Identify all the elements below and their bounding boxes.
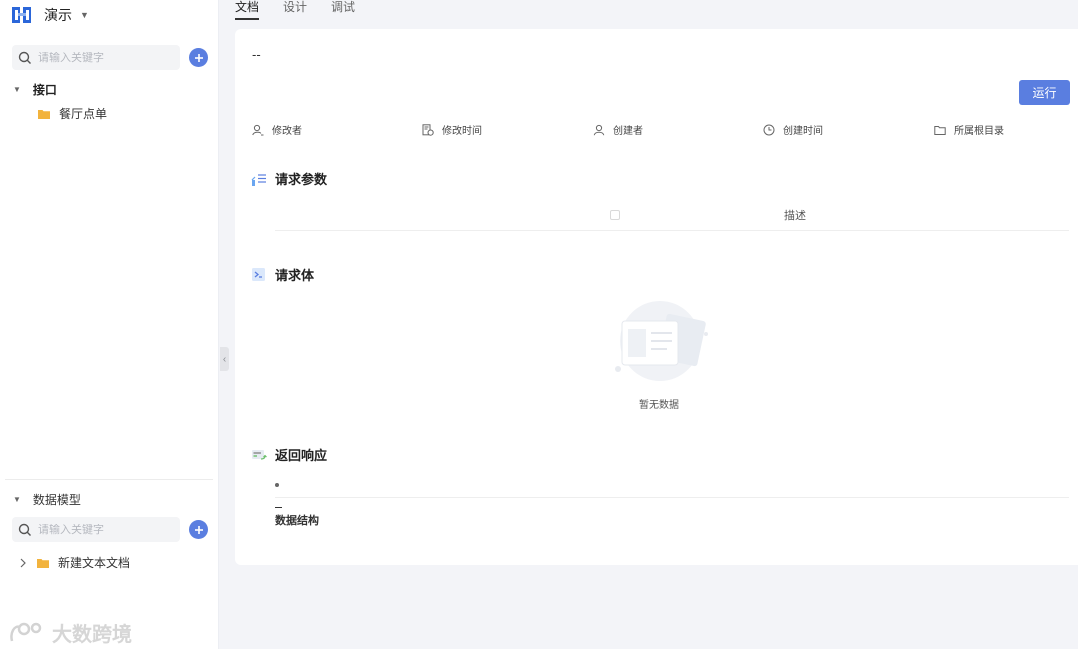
run-button[interactable]: 运行 bbox=[1019, 80, 1070, 105]
watermark-logo-icon bbox=[10, 622, 42, 641]
model-item[interactable]: 新建文本文档 bbox=[19, 554, 130, 571]
meta-label: 修改者 bbox=[272, 126, 302, 137]
project-switcher[interactable]: 演示 ▼ bbox=[12, 5, 89, 25]
tab-debug[interactable]: 调试 bbox=[331, 0, 355, 20]
folder-icon bbox=[37, 558, 49, 568]
api-search-input[interactable] bbox=[38, 51, 168, 64]
api-search-box[interactable] bbox=[12, 45, 180, 70]
meta-label: 所属根目录 bbox=[954, 126, 1004, 137]
add-model-button[interactable] bbox=[189, 520, 208, 539]
meta-label: 修改时间 bbox=[442, 126, 482, 137]
doc-card: -- 运行 修改者 修改时间 创建者 创建时间 所属根目录 请求参数 描述 请求… bbox=[235, 29, 1078, 565]
tab-bar: 文档 设计 调试 bbox=[235, 0, 379, 20]
doc-clock-icon bbox=[422, 123, 434, 136]
sidebar: 演示 ▼ ▼ 接口 餐厅点单 ▼ 数据模型 新建文本文档 bbox=[0, 0, 219, 649]
chevron-right-icon bbox=[20, 558, 26, 567]
meta-modified-time: 修改时间 bbox=[422, 122, 482, 137]
meta-label: 创建时间 bbox=[783, 126, 823, 137]
column-description: 描述 bbox=[784, 210, 806, 222]
section-title: 返回响应 bbox=[275, 448, 328, 463]
api-item[interactable]: 餐厅点单 bbox=[38, 105, 107, 122]
model-search-input[interactable] bbox=[38, 523, 168, 536]
model-item-label: 新建文本文档 bbox=[58, 556, 131, 570]
terminal-icon bbox=[252, 267, 265, 281]
tab-design[interactable]: 设计 bbox=[283, 0, 307, 20]
api-group-toggle[interactable]: ▼ 接口 bbox=[13, 81, 57, 98]
watermark-text: 大数跨境 bbox=[52, 624, 132, 646]
api-item-label: 餐厅点单 bbox=[59, 107, 108, 121]
plus-icon bbox=[194, 525, 203, 534]
collapse-left-icon: ‹ bbox=[222, 353, 227, 365]
response-tab-dot[interactable] bbox=[275, 483, 279, 487]
add-api-button[interactable] bbox=[189, 48, 208, 67]
params-table-header: 描述 bbox=[275, 197, 1069, 231]
user-edit-icon bbox=[252, 124, 264, 135]
sidebar-divider bbox=[5, 479, 213, 480]
api-name: -- bbox=[252, 47, 261, 62]
empty-state-illustration bbox=[615, 301, 708, 381]
model-search-box[interactable] bbox=[12, 517, 180, 542]
select-all-checkbox[interactable] bbox=[610, 210, 620, 220]
caret-down-icon: ▼ bbox=[13, 85, 21, 94]
meta-created-time: 创建时间 bbox=[763, 122, 823, 137]
data-structure-label: 数据结构 bbox=[275, 515, 319, 527]
caret-down-icon: ▼ bbox=[13, 495, 21, 504]
section-request-body: 请求体 bbox=[251, 265, 314, 284]
folder-outline-icon bbox=[934, 125, 946, 135]
clock-icon bbox=[763, 124, 775, 135]
section-response: 返回响应 bbox=[251, 445, 327, 464]
plus-icon bbox=[194, 53, 203, 62]
meta-label: 创建者 bbox=[613, 126, 643, 137]
empty-state-text: 暂无数据 bbox=[639, 400, 679, 411]
section-request-params: 请求参数 bbox=[251, 169, 327, 188]
meta-creator: 创建者 bbox=[593, 122, 643, 137]
meta-modifier: 修改者 bbox=[252, 122, 302, 137]
folder-icon bbox=[38, 109, 50, 119]
tab-doc[interactable]: 文档 bbox=[235, 0, 260, 20]
search-icon bbox=[18, 51, 31, 64]
user-icon bbox=[593, 124, 605, 135]
struct-dash bbox=[275, 507, 282, 508]
meta-root-folder: 所属根目录 bbox=[934, 122, 1004, 137]
project-logo-icon bbox=[12, 7, 31, 23]
chevron-down-icon: ▼ bbox=[80, 10, 89, 20]
response-icon bbox=[252, 449, 267, 460]
models-group-title: 数据模型 bbox=[32, 493, 81, 507]
sidebar-collapse-handle[interactable]: ‹ bbox=[220, 347, 229, 371]
search-icon bbox=[18, 523, 31, 536]
response-divider bbox=[275, 497, 1069, 498]
watermark: 大数跨境 bbox=[8, 618, 132, 647]
section-title: 请求体 bbox=[275, 268, 315, 283]
section-title: 请求参数 bbox=[275, 172, 328, 187]
project-name: 演示 bbox=[44, 7, 72, 23]
models-group-toggle[interactable]: ▼ 数据模型 bbox=[13, 491, 81, 508]
params-icon bbox=[251, 173, 266, 186]
api-group-title: 接口 bbox=[32, 83, 57, 97]
